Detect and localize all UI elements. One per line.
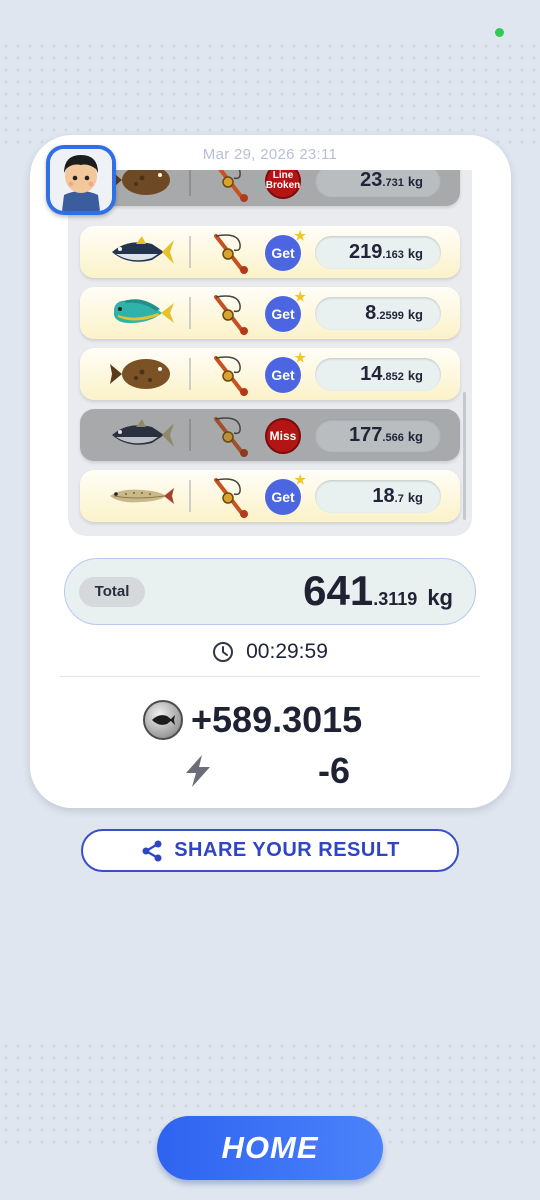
catch-weight: 23.731 kg (315, 170, 441, 197)
catch-weight: 8.2599 kg (315, 297, 441, 330)
miss-badge: Miss (265, 418, 301, 454)
player-avatar[interactable] (46, 145, 116, 215)
pike-icon (110, 488, 174, 504)
share-result-button[interactable]: SHARE YOUR RESULT (81, 829, 459, 872)
row-divider (189, 236, 191, 268)
catch-weight: 177.566 kg (315, 419, 441, 452)
get-badge: Get (265, 228, 306, 271)
get-badge: Get (265, 350, 306, 393)
coin-reward-value: +589.3015 (191, 699, 363, 740)
fishing-rod-icon (214, 234, 248, 274)
status-indicator-dot (495, 28, 504, 37)
total-label: Total (79, 577, 145, 607)
mahi-mahi-icon (114, 299, 174, 323)
row-divider (189, 358, 191, 390)
energy-change-value: -6 (318, 750, 351, 791)
background-pattern-top (0, 40, 540, 150)
catch-weight: 219.163 kg (315, 236, 441, 269)
get-badge: Get (265, 472, 306, 515)
catch-list-scrollbar[interactable] (463, 392, 466, 520)
catch-row: Miss 177.566 kg (80, 409, 460, 461)
energy-change: -6 (180, 750, 380, 791)
lightning-icon (186, 755, 210, 787)
share-icon (142, 840, 162, 861)
row-divider (189, 170, 191, 196)
catch-row: Get 219.163kg (80, 226, 460, 278)
coin-icon (143, 700, 183, 740)
catch-weight: 18.7 kg (315, 480, 441, 513)
row-divider (189, 419, 191, 451)
fishing-rod-icon (214, 356, 248, 396)
elapsed-time-value: 00:29:59 (246, 640, 328, 663)
elapsed-time: 00:29:59 (0, 640, 540, 664)
total-weight-box: Total 641.3119 kg (64, 558, 476, 625)
coin-reward: +589.3015 (143, 699, 363, 740)
catch-row: Get 8.2599kg (80, 287, 460, 339)
catch-row: Line Broken 23.731 kg (80, 170, 460, 206)
row-divider (189, 480, 191, 512)
home-button[interactable]: HOME (157, 1116, 383, 1180)
catch-list[interactable]: Line Broken 23.731kg Get 219.163kg (68, 170, 472, 536)
row-divider (189, 297, 191, 329)
share-button-label: SHARE YOUR RESULT (174, 839, 400, 861)
fishing-rod-icon (214, 478, 248, 518)
clock-icon (213, 642, 234, 662)
tuna-icon (112, 236, 174, 264)
fishing-rod-icon (218, 170, 248, 202)
flounder-icon (110, 359, 170, 389)
player-avatar-icon (50, 149, 112, 211)
fishing-rod-icon (214, 295, 248, 335)
total-weight-value: 641.3119 kg (303, 567, 453, 614)
get-badge: Get (265, 289, 306, 332)
catch-row: Get 14.852kg (80, 348, 460, 400)
fishing-rod-icon (214, 417, 248, 457)
tuna-icon (112, 419, 174, 447)
flounder-icon (110, 170, 170, 195)
separator (60, 676, 480, 677)
catch-weight: 14.852 kg (315, 358, 441, 391)
catch-row: Get 18.7kg (80, 470, 460, 522)
home-button-label: HOME (221, 1130, 319, 1165)
line-broken-badge: Line Broken (265, 170, 301, 199)
